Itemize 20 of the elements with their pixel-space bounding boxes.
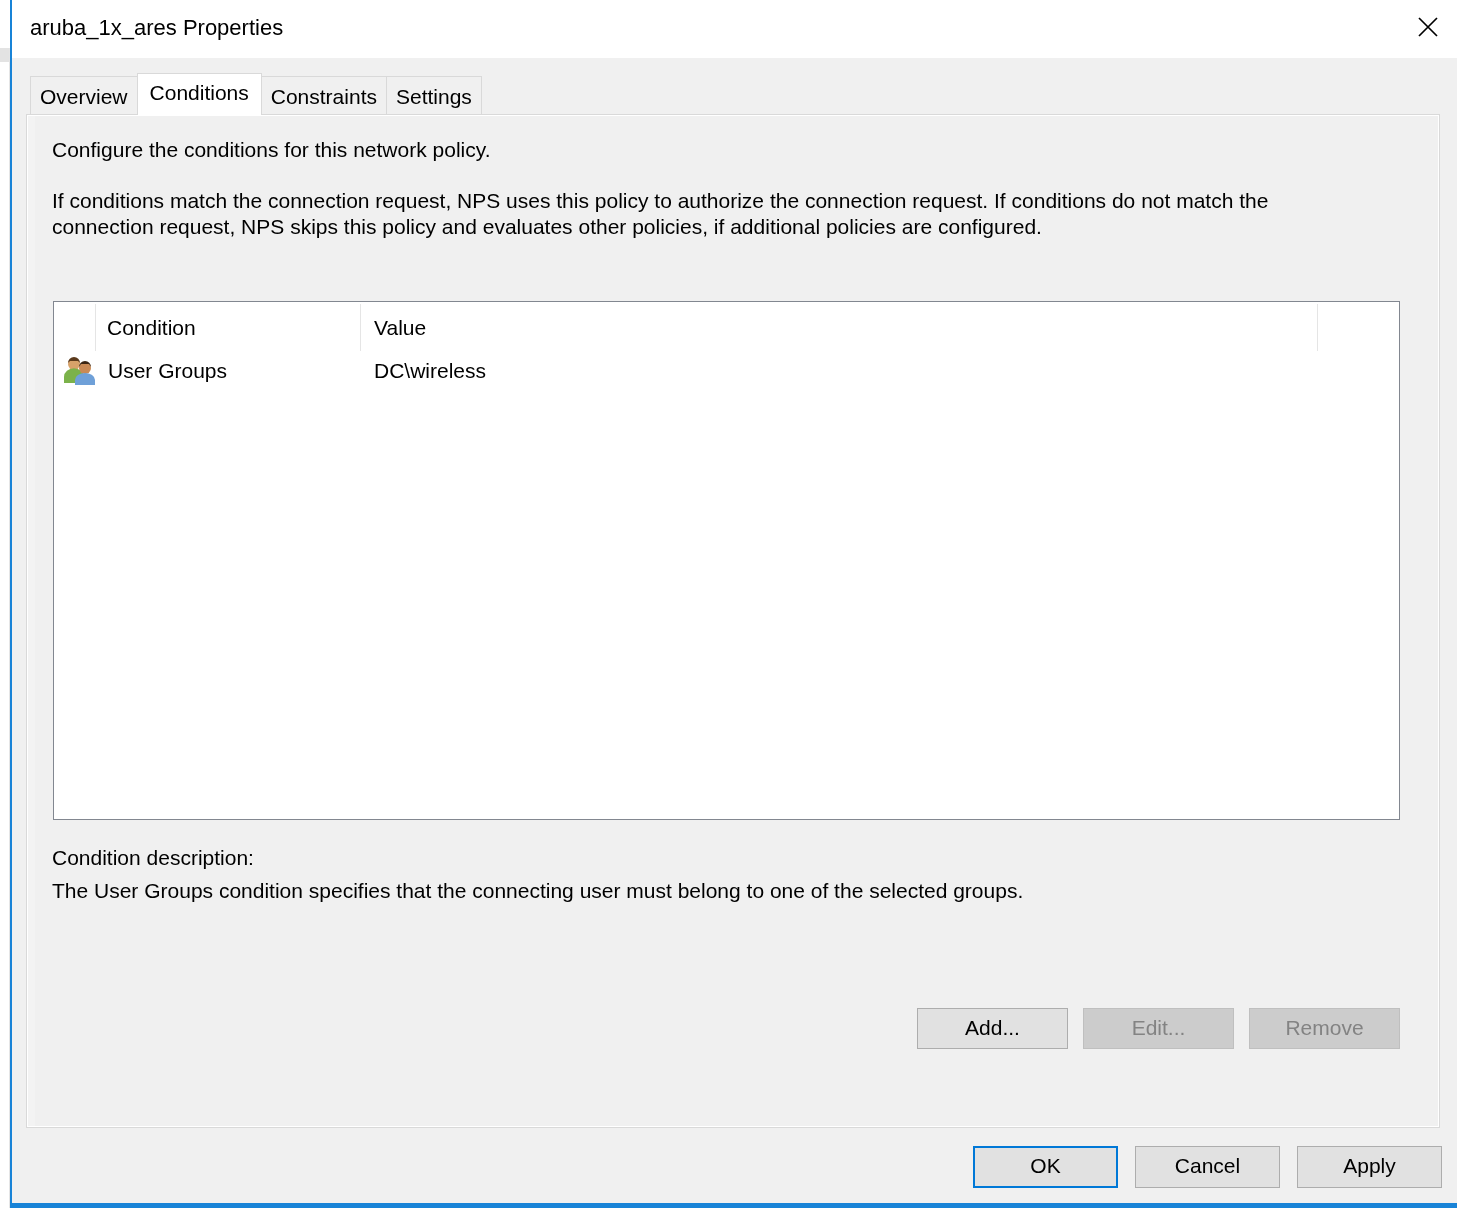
column-header[interactable]: Value	[361, 304, 1318, 351]
apply-button[interactable]: Apply	[1297, 1146, 1442, 1188]
users-icon	[64, 356, 96, 385]
column-header[interactable]: Condition	[96, 304, 361, 351]
close-icon	[1418, 17, 1438, 37]
ok-button[interactable]: OK	[973, 1146, 1118, 1188]
list-item[interactable]: User Groups DC\wireless	[54, 356, 1399, 385]
explanation-text: If conditions match the connection request, NPS uses this policy to authorize the connection request. If conditions do not match the connection request, NPS skips this policy and evaluates other policies, if additional policies are configured.	[52, 188, 1270, 240]
description-label: Condition description:	[52, 845, 255, 871]
page-heading: Configure the conditions for this network policy.	[52, 137, 492, 163]
cancel-button[interactable]: Cancel	[1135, 1146, 1280, 1188]
tab[interactable]: Conditions	[136, 73, 262, 115]
window-title: aruba_1x_ares Properties	[30, 15, 285, 42]
add-button[interactable]: Add...	[917, 1008, 1068, 1049]
tab[interactable]: Settings	[386, 76, 482, 114]
close-button[interactable]	[1416, 15, 1440, 39]
description-text: The User Groups condition specifies that the connecting user must belong to one of the selected groups.	[52, 878, 1025, 904]
table-cell: DC\wireless	[374, 358, 486, 383]
table-cell: User Groups	[108, 358, 228, 383]
tab[interactable]: Overview	[30, 76, 138, 114]
